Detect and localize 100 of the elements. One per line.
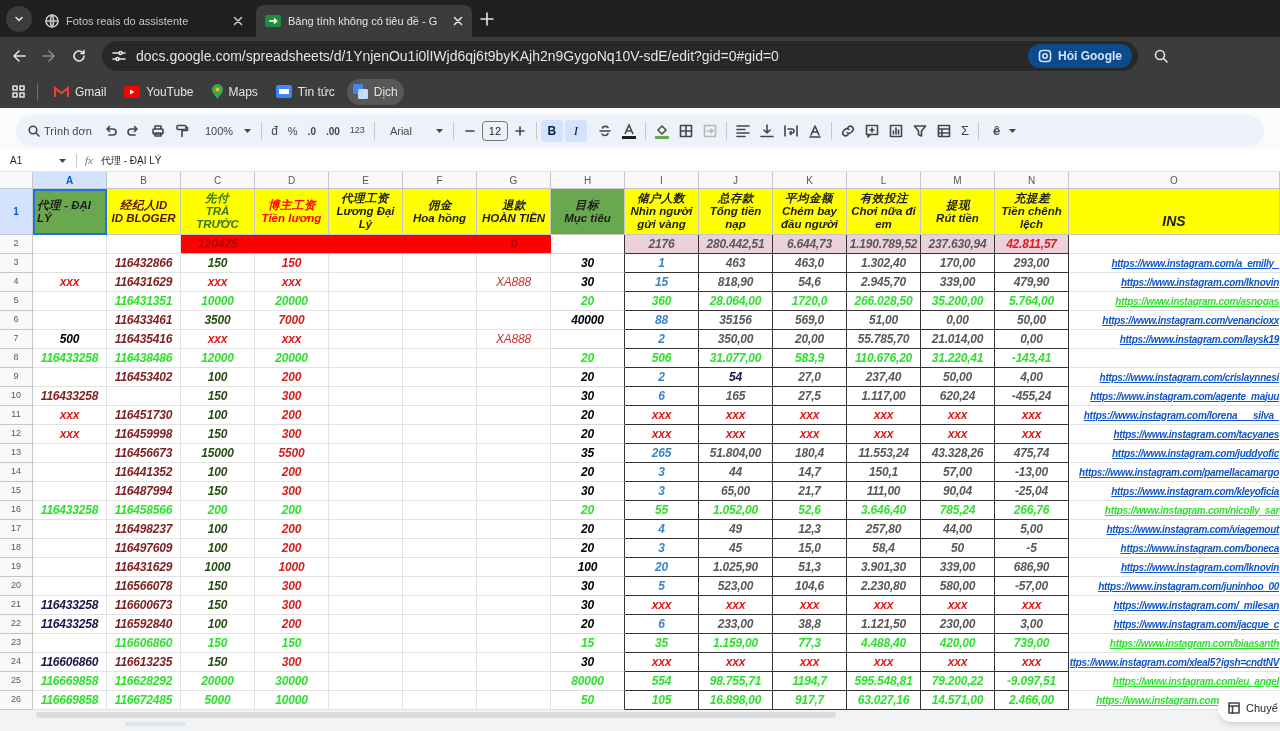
row-number[interactable]: 10	[0, 387, 33, 406]
undo-icon[interactable]	[103, 124, 117, 138]
bookmark[interactable]: Maps	[205, 78, 264, 105]
menu-search-field[interactable]: Trình đơn	[24, 119, 98, 143]
row-number[interactable]: 3	[0, 254, 33, 273]
link[interactable]: https://www.instagram.com/tacyanes	[1113, 426, 1280, 442]
paint-format-icon[interactable]	[175, 124, 189, 138]
table-icon[interactable]	[936, 124, 951, 138]
link[interactable]: https://www.instagram.com/lknovin	[1120, 559, 1280, 575]
apps-icon[interactable]	[12, 85, 25, 98]
text-color-icon[interactable]	[621, 123, 636, 139]
bookmark[interactable]: Gmail	[48, 78, 113, 105]
forward-icon[interactable]	[42, 49, 56, 63]
column-header[interactable]: H	[551, 172, 625, 188]
zoom-dropdown[interactable]: 100%	[200, 122, 239, 140]
caret-icon[interactable]	[244, 129, 252, 133]
bold-button[interactable]: B	[540, 120, 563, 142]
vertical-align-icon[interactable]	[759, 124, 774, 138]
link[interactable]: https://www.instagram.com/_milesan	[1113, 597, 1280, 613]
column-header[interactable]: M	[921, 172, 995, 188]
link[interactable]: https://www.instagram.com/viagemout	[1106, 521, 1280, 537]
column-header[interactable]: J	[699, 172, 773, 188]
align-icon[interactable]	[735, 124, 750, 138]
font-size-field[interactable]: 12	[481, 121, 508, 141]
currency-button[interactable]: đ	[266, 122, 283, 140]
redo-icon[interactable]	[127, 124, 141, 138]
italic-button[interactable]: I	[564, 120, 587, 142]
convert-chip[interactable]: Chuyể	[1218, 694, 1280, 722]
borders-icon[interactable]	[678, 124, 693, 138]
row-number[interactable]: 22	[0, 615, 33, 634]
browser-tab[interactable]: Bảng tính không có tiêu đề - G	[256, 5, 472, 37]
row-number[interactable]: 5	[0, 292, 33, 311]
row-number[interactable]: 19	[0, 558, 33, 577]
text-wrap-icon[interactable]	[783, 124, 798, 138]
bookmark[interactable]: Dịch	[346, 78, 404, 105]
plus-icon[interactable]	[512, 124, 527, 138]
search-icon[interactable]	[1154, 49, 1168, 63]
name-box[interactable]: A1	[0, 150, 76, 171]
column-header[interactable]: F	[403, 172, 477, 188]
link[interactable]: https://www.instagram.com/pamellacamargo	[1079, 464, 1280, 480]
column-header[interactable]: C	[181, 172, 255, 188]
caret-icon[interactable]	[59, 158, 66, 163]
row-number[interactable]: 20	[0, 577, 33, 596]
row-number[interactable]: 18	[0, 539, 33, 558]
filter-icon[interactable]	[912, 124, 927, 138]
percent-button[interactable]: %	[282, 122, 303, 140]
font-dropdown[interactable]: Arial	[384, 122, 420, 140]
link[interactable]: https://www.instagram.com/juninhoo_00	[1098, 578, 1280, 594]
row-number[interactable]: 24	[0, 653, 33, 672]
row-number[interactable]: 7	[0, 330, 33, 349]
column-header[interactable]: B	[107, 172, 181, 188]
browser-tab[interactable]: Fotos reais do assistente	[36, 5, 252, 37]
chart-icon[interactable]	[888, 124, 903, 138]
number-format-button[interactable]: 123	[344, 124, 370, 138]
row-number[interactable]: 8	[0, 349, 33, 368]
link[interactable]: https://www.instagram.com/lorena___silva_	[1083, 407, 1280, 423]
column-header[interactable]: A	[33, 172, 107, 188]
bookmark[interactable]: YouTube	[118, 78, 200, 105]
column-header[interactable]: O	[1069, 172, 1280, 188]
row-number[interactable]: 6	[0, 311, 33, 330]
column-header[interactable]: K	[773, 172, 847, 188]
link[interactable]: https://www.instagram.com/juddyofic	[1112, 445, 1280, 461]
reload-icon[interactable]	[72, 49, 86, 63]
row-number[interactable]: 21	[0, 596, 33, 615]
link-icon[interactable]	[840, 124, 855, 138]
column-header[interactable]: D	[255, 172, 329, 188]
link[interactable]: https://www.instagram.com/venancioxx	[1102, 312, 1280, 328]
decrease-decimals-button[interactable]: .0	[302, 123, 321, 139]
row-number[interactable]: 1	[0, 189, 33, 235]
row-number[interactable]: 16	[0, 501, 33, 520]
column-header[interactable]: N	[995, 172, 1069, 188]
row-number[interactable]: 4	[0, 273, 33, 292]
text-rotate-icon[interactable]	[807, 124, 822, 138]
fill-color-icon[interactable]	[654, 123, 669, 139]
column-header[interactable]: I	[625, 172, 699, 188]
link[interactable]: https://www.instagram.com/kleyoficia	[1111, 483, 1280, 499]
link[interactable]: https://www.instagram.com/agente_majuu	[1090, 388, 1280, 404]
back-icon[interactable]	[12, 49, 26, 63]
close-icon[interactable]	[233, 16, 243, 26]
print-icon[interactable]	[151, 124, 165, 138]
row-number[interactable]: 9	[0, 368, 33, 387]
column-header[interactable]: E	[329, 172, 403, 188]
row-number[interactable]: 23	[0, 634, 33, 653]
strikethrough-icon[interactable]	[597, 124, 612, 138]
row-number[interactable]: 26	[0, 691, 33, 710]
link[interactable]: ttps://www.instagram.com/xleal5?igsh=cndtNV	[1069, 654, 1280, 670]
caret-icon[interactable]	[435, 129, 443, 133]
row-number[interactable]: 15	[0, 482, 33, 501]
ask-google-button[interactable]: Hỏi Google	[1028, 44, 1132, 68]
column-header[interactable]: G	[477, 172, 551, 188]
comment-icon[interactable]	[864, 124, 879, 138]
bookmark[interactable]: Tin tức	[269, 78, 341, 105]
row-number[interactable]: 17	[0, 520, 33, 539]
caret-icon[interactable]	[1009, 129, 1017, 133]
row-number[interactable]: 13	[0, 444, 33, 463]
row-number[interactable]: 2	[0, 235, 33, 254]
link[interactable]: https://www.instagram.com/boneca	[1120, 540, 1280, 556]
column-header[interactable]: L	[847, 172, 921, 188]
plus-icon[interactable]	[480, 11, 494, 26]
row-number[interactable]: 14	[0, 463, 33, 482]
